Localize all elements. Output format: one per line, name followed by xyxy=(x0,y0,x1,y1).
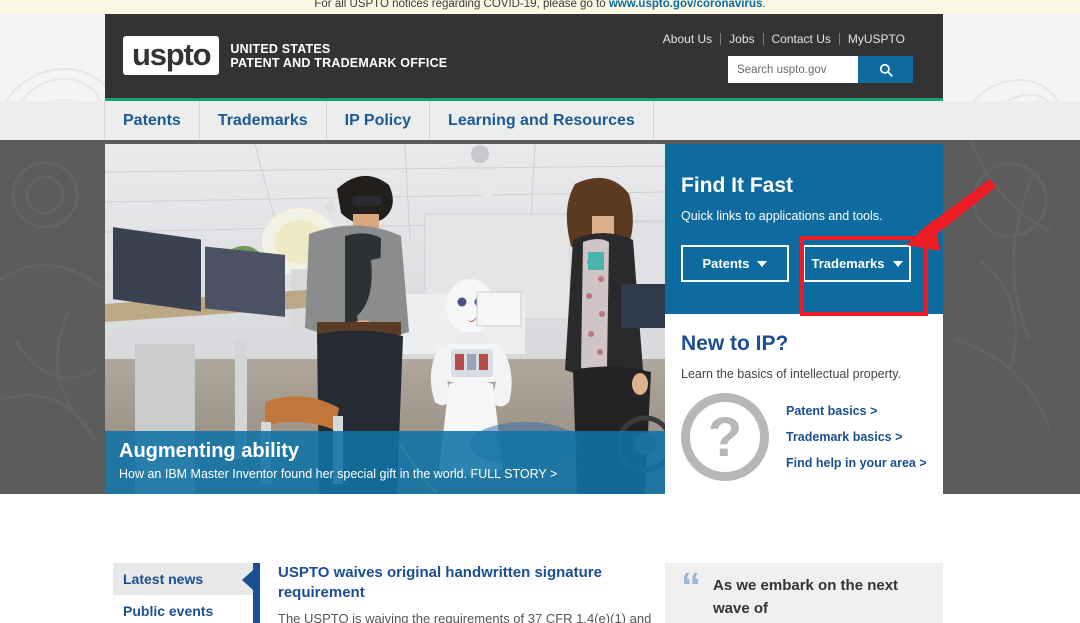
new-to-ip-links: Patent basics > Trademark basics > Find … xyxy=(786,404,927,470)
patents-dropdown-button[interactable]: Patents xyxy=(681,245,789,282)
nav-item-trademarks[interactable]: Trademarks xyxy=(200,101,327,140)
logo-line-2: PATENT AND TRADEMARK OFFICE xyxy=(230,55,448,70)
trademarks-dropdown-label: Trademarks xyxy=(811,256,885,271)
site-search xyxy=(728,56,913,83)
patent-basics-link[interactable]: Patent basics > xyxy=(786,404,927,418)
util-link-contact-us[interactable]: Contact Us xyxy=(764,32,839,46)
find-it-fast-subtitle: Quick links to applications and tools. xyxy=(681,209,883,223)
patents-dropdown-label: Patents xyxy=(702,256,750,271)
uspto-logo-text: UNITED STATES PATENT AND TRADEMARK OFFIC… xyxy=(230,42,447,70)
find-it-fast-panel: Find It Fast Quick links to applications… xyxy=(665,144,943,314)
hero-title: Augmenting ability xyxy=(119,440,299,462)
covid-notice-banner: For all USPTO notices regarding COVID-19… xyxy=(0,0,1080,14)
util-link-myuspto[interactable]: MyUSPTO xyxy=(840,32,913,46)
new-to-ip-panel: New to IP? Learn the basics of intellect… xyxy=(665,314,943,494)
tab-latest-news[interactable]: Latest news xyxy=(113,563,253,595)
util-link-jobs[interactable]: Jobs xyxy=(721,32,762,46)
hero-subtitle[interactable]: How an IBM Master Inventor found her spe… xyxy=(119,466,651,482)
quote-block: “ As we embark on the next wave of xyxy=(665,563,943,623)
find-it-fast-title: Find It Fast xyxy=(681,174,793,197)
trademarks-dropdown-button[interactable]: Trademarks xyxy=(803,245,911,282)
site-header: uspto UNITED STATES PATENT AND TRADEMARK… xyxy=(105,14,943,98)
search-input[interactable] xyxy=(728,56,858,83)
new-to-ip-title: New to IP? xyxy=(681,332,789,355)
nav-item-ip-policy[interactable]: IP Policy xyxy=(327,101,431,140)
header-accent-line xyxy=(105,98,943,101)
quote-text: As we embark on the next wave of xyxy=(713,577,899,617)
uspto-logo-mark: uspto xyxy=(123,36,220,75)
hero-caption: Augmenting ability How an IBM Master Inv… xyxy=(105,431,665,494)
utility-nav: About Us Jobs Contact Us MyUSPTO xyxy=(655,32,913,46)
uspto-logo[interactable]: uspto UNITED STATES PATENT AND TRADEMARK… xyxy=(123,36,447,75)
news-tab-indicator xyxy=(242,563,260,623)
trademark-basics-link[interactable]: Trademark basics > xyxy=(786,430,927,444)
question-mark-icon: ? xyxy=(681,393,769,481)
news-excerpt: The USPTO is waiving the requirements of… xyxy=(278,611,652,623)
nav-left-spacer xyxy=(0,101,105,140)
find-it-fast-buttons: Patents Trademarks xyxy=(681,245,927,282)
tab-public-events[interactable]: Public events xyxy=(113,595,253,623)
quote-mark-icon: “ xyxy=(681,565,701,609)
main-navigation: Patents Trademarks IP Policy Learning an… xyxy=(0,101,1080,140)
search-button[interactable] xyxy=(858,56,913,83)
chevron-down-icon xyxy=(757,260,768,267)
nav-item-learning-and-resources[interactable]: Learning and Resources xyxy=(430,101,654,140)
news-tab-list: Latest news Public events xyxy=(113,563,253,623)
nav-item-patents[interactable]: Patents xyxy=(105,101,200,140)
covid-banner-text: For all USPTO notices regarding COVID-19… xyxy=(314,0,609,10)
news-section: Latest news Public events USPTO waives o… xyxy=(113,563,673,623)
news-headline[interactable]: USPTO waives original handwritten signat… xyxy=(278,563,673,603)
uspto-homepage: For all USPTO notices regarding COVID-19… xyxy=(0,0,1080,623)
new-to-ip-body: ? Patent basics > Trademark basics > Fin… xyxy=(681,393,927,481)
search-icon xyxy=(879,63,893,77)
covid-banner-suffix: . xyxy=(762,0,766,10)
coronavirus-link[interactable]: www.uspto.gov/coronavirus xyxy=(609,0,763,10)
util-link-about-us[interactable]: About Us xyxy=(655,32,720,46)
logo-line-1: UNITED STATES xyxy=(230,41,331,56)
chevron-down-icon xyxy=(892,260,903,267)
hero-banner[interactable]: Augmenting ability How an IBM Master Inv… xyxy=(105,144,665,494)
new-to-ip-subtitle: Learn the basics of intellectual propert… xyxy=(681,367,902,381)
news-article: USPTO waives original handwritten signat… xyxy=(278,563,673,623)
find-help-in-your-area-link[interactable]: Find help in your area > xyxy=(786,456,927,470)
